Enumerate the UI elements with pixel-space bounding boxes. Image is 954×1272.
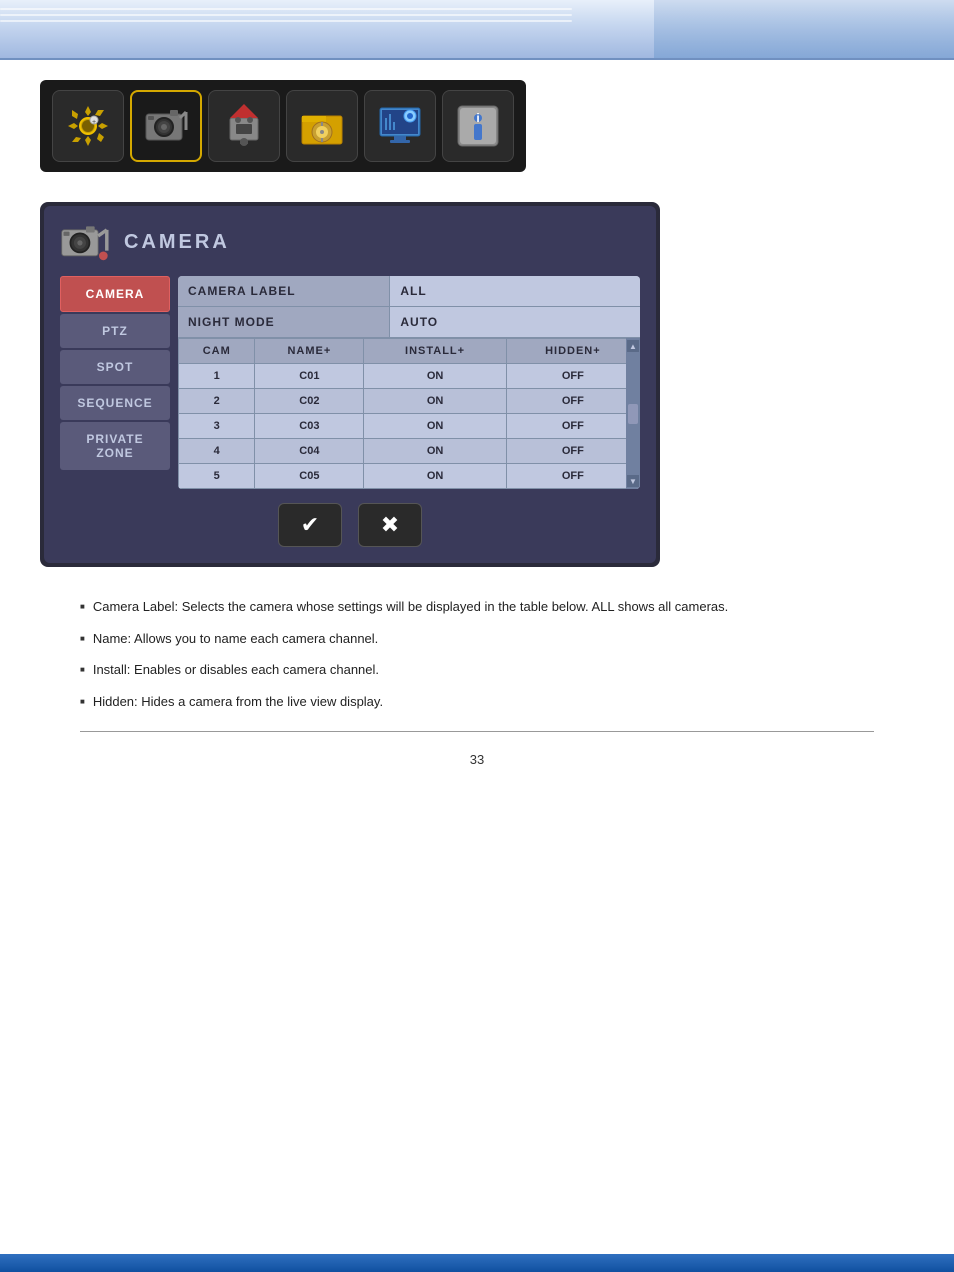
top-header [0, 0, 954, 60]
settings-button[interactable]: + [52, 90, 124, 162]
camera-menu-icon [142, 102, 190, 150]
cell-hidden-2[interactable]: OFF [506, 414, 639, 439]
scroll-thumb[interactable] [628, 404, 638, 424]
cell-name-0[interactable]: C01 [255, 364, 364, 389]
scrollbar[interactable]: ▲ ▼ [626, 338, 640, 489]
camera-dialog: CAMERA CAMERA PTZ SPOT SEQUENCE PRIVATE … [40, 202, 660, 567]
night-mode-value[interactable]: AUTO [390, 307, 640, 337]
dialog-inner: CAMERA CAMERA PTZ SPOT SEQUENCE PRIVATE … [44, 206, 656, 563]
col-name[interactable]: NAME+ [255, 339, 364, 364]
cell-name-3[interactable]: C04 [255, 439, 364, 464]
cell-hidden-4[interactable]: OFF [506, 464, 639, 489]
info-icon: i [454, 102, 502, 150]
page-number: 33 [40, 752, 914, 767]
nav-spot[interactable]: SPOT [60, 350, 170, 384]
dialog-header: CAMERA [60, 222, 640, 262]
monitor-icon [376, 102, 424, 150]
alarm-button[interactable] [208, 90, 280, 162]
cell-name-1[interactable]: C02 [255, 389, 364, 414]
cell-install-3[interactable]: ON [364, 439, 506, 464]
table-row[interactable]: 4C04ONOFF [179, 439, 640, 464]
cell-hidden-1[interactable]: OFF [506, 389, 639, 414]
dialog-footer: ✔ ✖ [60, 503, 640, 547]
header-decoration [0, 8, 572, 38]
cell-install-1[interactable]: ON [364, 389, 506, 414]
cell-hidden-0[interactable]: OFF [506, 364, 639, 389]
bottom-bar [0, 1254, 954, 1272]
main-content: + [0, 60, 954, 797]
bullet-item-1: Camera Label: Selects the camera whose s… [80, 597, 874, 617]
col-hidden[interactable]: HIDDEN+ [506, 339, 639, 364]
table-row[interactable]: 1C01ONOFF [179, 364, 640, 389]
table-row[interactable]: 5C05ONOFF [179, 464, 640, 489]
gear-icon: + [64, 102, 112, 150]
dialog-title: CAMERA [124, 231, 230, 254]
right-panel: CAMERA LABEL ALL NIGHT MODE AUTO CAM [178, 276, 640, 489]
table-row[interactable]: 2C02ONOFF [179, 389, 640, 414]
camera-table-wrapper: CAM NAME+ INSTALL+ HIDDEN+ 1C01ONOFF2C02… [178, 338, 640, 489]
camera-label-key: CAMERA LABEL [178, 276, 390, 306]
scroll-up[interactable]: ▲ [627, 340, 639, 352]
cell-install-4[interactable]: ON [364, 464, 506, 489]
cancel-button[interactable]: ✖ [358, 503, 422, 547]
cell-name-4[interactable]: C05 [255, 464, 364, 489]
camera-button[interactable] [130, 90, 202, 162]
folder-icon [298, 102, 346, 150]
cell-hidden-3[interactable]: OFF [506, 439, 639, 464]
col-cam: CAM [179, 339, 255, 364]
dialog-body: CAMERA PTZ SPOT SEQUENCE PRIVATE ZONE CA… [60, 276, 640, 489]
cell-cam-1[interactable]: 2 [179, 389, 255, 414]
camera-label-value[interactable]: ALL [390, 276, 640, 306]
night-mode-key: NIGHT MODE [178, 307, 390, 337]
network-button[interactable] [364, 90, 436, 162]
page-divider [80, 731, 874, 732]
nav-ptz[interactable]: PTZ [60, 314, 170, 348]
nav-camera[interactable]: CAMERA [60, 276, 170, 312]
cell-cam-4[interactable]: 5 [179, 464, 255, 489]
table-row[interactable]: 3C03ONOFF [179, 414, 640, 439]
cell-install-2[interactable]: ON [364, 414, 506, 439]
svg-text:+: + [92, 119, 96, 126]
svg-text:i: i [476, 111, 479, 125]
bullet-list: Camera Label: Selects the camera whose s… [80, 597, 874, 711]
info-button[interactable]: i [442, 90, 514, 162]
record-button[interactable] [286, 90, 358, 162]
nav-private-zone[interactable]: PRIVATE ZONE [60, 422, 170, 470]
cell-name-2[interactable]: C03 [255, 414, 364, 439]
camera-table: CAM NAME+ INSTALL+ HIDDEN+ 1C01ONOFF2C02… [178, 338, 640, 489]
alarm-icon [220, 102, 268, 150]
dialog-camera-icon [60, 222, 112, 262]
scroll-down[interactable]: ▼ [627, 475, 639, 487]
bullet-item-3: Install: Enables or disables each camera… [80, 660, 874, 680]
cell-install-0[interactable]: ON [364, 364, 506, 389]
bullet-item-4: Hidden: Hides a camera from the live vie… [80, 692, 874, 712]
left-nav: CAMERA PTZ SPOT SEQUENCE PRIVATE ZONE [60, 276, 170, 489]
col-install[interactable]: INSTALL+ [364, 339, 506, 364]
cell-cam-2[interactable]: 3 [179, 414, 255, 439]
nav-sequence[interactable]: SEQUENCE [60, 386, 170, 420]
cell-cam-0[interactable]: 1 [179, 364, 255, 389]
camera-label-row: CAMERA LABEL ALL [178, 276, 640, 307]
icon-toolbar: + [40, 80, 526, 172]
bullet-item-2: Name: Allows you to name each camera cha… [80, 629, 874, 649]
confirm-button[interactable]: ✔ [278, 503, 342, 547]
night-mode-row: NIGHT MODE AUTO [178, 307, 640, 338]
cell-cam-3[interactable]: 4 [179, 439, 255, 464]
